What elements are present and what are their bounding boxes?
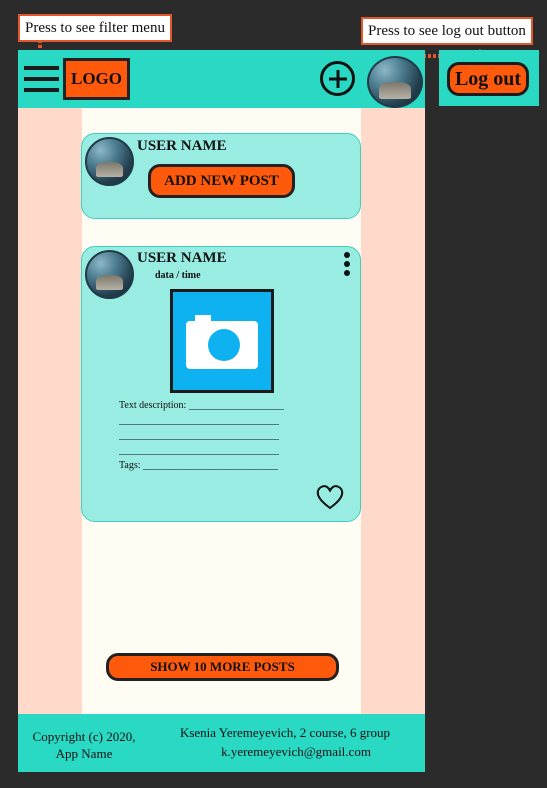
heart-icon[interactable]	[316, 484, 344, 510]
menu-icon[interactable]	[24, 64, 59, 94]
logout-hint-callout: Press to see log out button	[361, 17, 533, 45]
camera-icon	[186, 315, 258, 369]
footer-copyright-line1: Copyright (c) 2020,	[32, 729, 136, 744]
more-vertical-icon[interactable]	[341, 252, 353, 276]
post-description-line: ________________________________	[119, 415, 279, 426]
footer-author: Ksenia Yeremeyevich, 2 course, 6 group	[179, 725, 391, 740]
add-new-post-button[interactable]: ADD NEW POST	[148, 164, 295, 198]
footer-app-name: App Name	[55, 746, 113, 761]
post-tags: Tags: ___________________________	[119, 460, 279, 471]
filter-hint-callout: Press to see filter menu	[18, 14, 172, 42]
logo[interactable]: LOGO	[63, 58, 130, 100]
logout-button[interactable]: Log out	[447, 62, 529, 96]
show-more-posts-button[interactable]: SHOW 10 MORE POSTS	[106, 653, 339, 681]
post-datetime: data / time	[155, 270, 201, 281]
post-description-line: ________________________________	[119, 445, 279, 456]
post-image[interactable]	[170, 289, 274, 393]
logout-hint-text: Press to see log out button	[368, 23, 526, 39]
post-description-line: ________________________________	[119, 430, 279, 441]
new-post-avatar	[85, 137, 134, 186]
plus-icon[interactable]	[320, 61, 355, 96]
post-description-label: Text description: ___________________	[119, 400, 284, 411]
post-avatar[interactable]	[85, 250, 134, 299]
plus-glyph	[328, 69, 347, 88]
header-avatar[interactable]	[367, 56, 423, 108]
footer-email[interactable]: k.yeremeyevich@gmail.com	[196, 743, 396, 760]
post-username[interactable]: USER NAME	[137, 250, 227, 267]
filter-hint-text: Press to see filter menu	[25, 20, 165, 36]
new-post-username: USER NAME	[137, 138, 227, 154]
footer-copyright: Copyright (c) 2020, App Name	[24, 728, 144, 762]
